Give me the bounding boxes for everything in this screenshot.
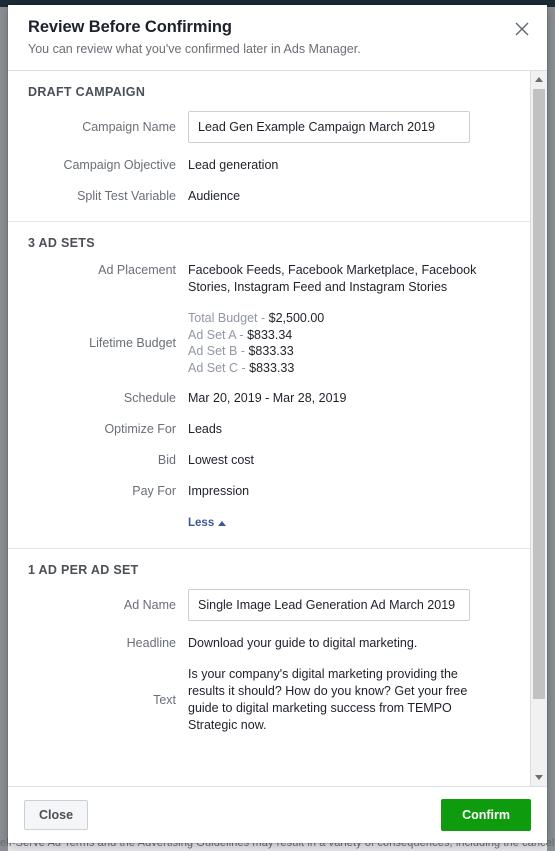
field-split-test-variable: Split Test Variable Audience [28, 188, 510, 205]
field-label: Ad Placement [98, 263, 176, 277]
field-value [188, 589, 510, 621]
dialog-subtitle: You can review what you've confirmed lat… [28, 42, 361, 56]
dialog-scroll-content: DRAFT CAMPAIGN Campaign Name Campaign Ob… [8, 71, 530, 786]
section-ad-sets: 3 AD SETS Ad Placement Facebook Feeds, F… [8, 222, 530, 549]
background-right-strip [547, 7, 555, 851]
field-value: Less [188, 514, 510, 532]
field-ad-name: Ad Name [28, 589, 510, 621]
field-label: Optimize For [104, 422, 176, 436]
budget-key: Total Budget - [188, 311, 266, 325]
field-value: Lowest cost [188, 453, 255, 467]
section-draft-campaign: DRAFT CAMPAIGN Campaign Name Campaign Ob… [8, 71, 530, 222]
field-text: Text Is your company's digital marketing… [28, 666, 510, 734]
budget-key: Ad Set B - [188, 344, 245, 358]
dialog-header: Review Before Confirming You can review … [8, 5, 547, 71]
field-schedule: Schedule Mar 20, 2019 - Mar 28, 2019 [28, 390, 510, 407]
field-value: Impression [188, 484, 250, 498]
budget-key: Ad Set C - [188, 360, 246, 375]
field-value [188, 111, 510, 143]
field-label: Schedule [123, 391, 176, 405]
dialog-title: Review Before Confirming [28, 18, 232, 36]
budget-line-ad-set-a: Ad Set A - $833.34 [188, 327, 492, 344]
field-value: Lead generation [188, 158, 279, 172]
field-value: Download your guide to digital marketing… [188, 636, 418, 650]
budget-line-ad-set-c: Ad Set C - $833.33 [188, 360, 492, 377]
dialog-footer: Close Confirm [8, 785, 547, 843]
page-root: elf-Serve Ad Terms and the Advertising G… [0, 0, 555, 851]
field-label: Campaign Name [82, 119, 176, 134]
confirm-button[interactable]: Confirm [441, 798, 531, 831]
vertical-scrollbar[interactable] [530, 71, 547, 786]
field-bid: Bid Lowest cost [28, 452, 510, 469]
arrow-down-glyph [535, 775, 543, 780]
close-button[interactable]: Close [24, 799, 89, 830]
ad-name-input[interactable] [188, 589, 470, 621]
close-icon[interactable] [511, 18, 533, 40]
show-less-link[interactable]: Less [188, 515, 227, 532]
review-before-confirming-dialog: Review Before Confirming You can review … [8, 5, 547, 843]
field-campaign-objective: Campaign Objective Lead generation [28, 157, 510, 174]
arrow-up-glyph [535, 76, 543, 82]
dialog-body: DRAFT CAMPAIGN Campaign Name Campaign Ob… [8, 71, 547, 786]
field-toggle-row: Less [28, 514, 510, 532]
field-label: Bid [157, 453, 176, 467]
background-left-strip [0, 7, 8, 851]
budget-line-total: Total Budget - $2,500.00 [188, 310, 492, 327]
field-value: Is your company's digital marketing prov… [188, 667, 468, 732]
field-value: Facebook Feeds, Facebook Marketplace, Fa… [188, 263, 477, 294]
field-ad-placement: Ad Placement Facebook Feeds, Facebook Ma… [28, 262, 510, 296]
field-label: Campaign Objective [63, 158, 176, 172]
field-optimize-for: Optimize For Leads [28, 421, 510, 438]
field-lifetime-budget: Lifetime Budget Total Budget - $2,500.00… [28, 310, 510, 376]
scroll-down-arrow-icon[interactable] [531, 770, 547, 786]
field-label: Headline [126, 636, 176, 650]
field-label: Lifetime Budget [89, 335, 176, 350]
field-value: Total Budget - $2,500.00 Ad Set A - $833… [188, 310, 510, 376]
field-label: Text [153, 692, 176, 707]
budget-line-ad-set-b: Ad Set B - $833.33 [188, 343, 492, 360]
field-value: Mar 20, 2019 - Mar 28, 2019 [188, 391, 347, 405]
field-value: Audience [188, 189, 241, 203]
field-value: Leads [188, 422, 223, 436]
field-headline: Headline Download your guide to digital … [28, 635, 510, 652]
budget-amount: $833.33 [248, 344, 294, 358]
scroll-up-arrow-icon[interactable] [531, 71, 547, 87]
field-label: Split Test Variable [77, 189, 176, 203]
budget-key: Ad Set A - [188, 327, 244, 342]
section-ad-per-ad-set: 1 AD PER AD SET Ad Name Headline Downloa… [8, 549, 530, 750]
field-pay-for: Pay For Impression [28, 483, 510, 500]
field-campaign-name: Campaign Name [28, 111, 510, 143]
caret-up-icon [218, 521, 227, 526]
section-title: DRAFT CAMPAIGN [28, 85, 146, 99]
budget-amount: $833.33 [249, 360, 295, 375]
show-less-label: Less [188, 517, 215, 529]
campaign-name-input[interactable] [188, 111, 470, 143]
section-title: 3 AD SETS [28, 236, 95, 250]
section-title: 1 AD PER AD SET [28, 563, 139, 577]
scrollbar-thumb[interactable] [533, 89, 545, 699]
budget-amount: $833.34 [247, 327, 293, 342]
budget-amount: $2,500.00 [268, 311, 325, 325]
field-label: Ad Name [123, 597, 176, 612]
field-label: Pay For [132, 484, 176, 498]
